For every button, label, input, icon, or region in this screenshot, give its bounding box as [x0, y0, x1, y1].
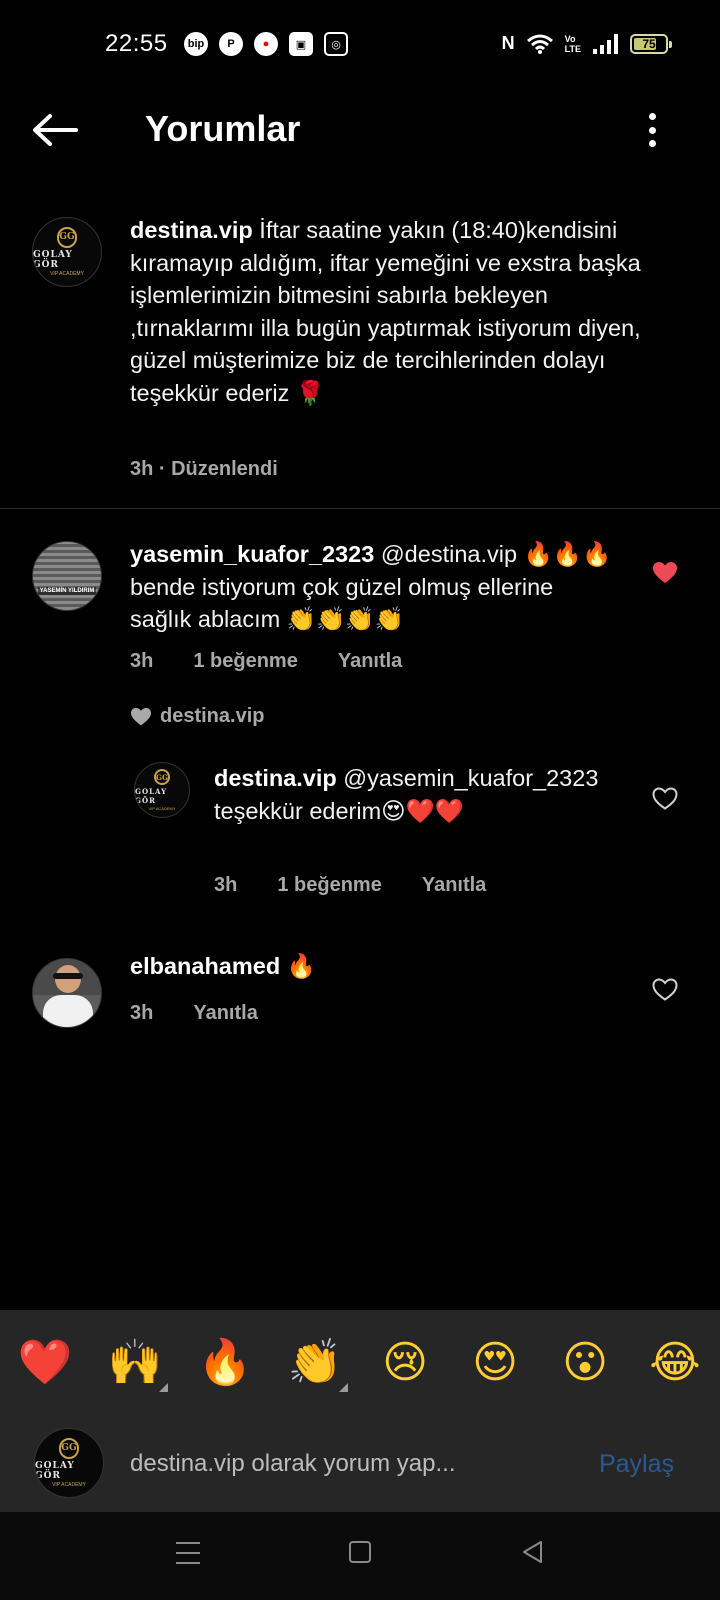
heart-outline-icon[interactable] [652, 978, 678, 1002]
comment-username[interactable]: elbanahamed [130, 953, 280, 979]
logo-name: GOLAY GÖR [135, 787, 168, 806]
emoji-raised-hands[interactable]: 🙌 [106, 1334, 168, 1392]
reply-likes[interactable]: 1 beğenme [277, 874, 381, 897]
comment-composer: GG GOLAY GÖR VIP ACADEMY Paylaş [0, 1416, 720, 1512]
nfc-icon: N [501, 33, 515, 53]
reply-meta: 3h 1 beğenme Yanıtla [214, 874, 486, 897]
avatar[interactable]: YASEMİN YILDIRIM [32, 541, 102, 611]
comment-time: 3h [130, 650, 154, 672]
comment-username[interactable]: yasemin_kuafor_2323 [130, 541, 374, 567]
reply-button[interactable]: Yanıtla [193, 1002, 257, 1025]
vodafone-icon: ● [254, 32, 278, 56]
comment-time: 3h [130, 1002, 154, 1024]
avatar-caption: YASEMİN YILDIRIM [37, 587, 97, 595]
divider [0, 508, 720, 509]
avatar[interactable]: GG GOLAY GÖR VIP ACADEMY [32, 217, 102, 287]
page-title: Yorumlar [145, 108, 301, 149]
heart-outline-icon[interactable] [652, 787, 678, 811]
reply-username[interactable]: destina.vip [214, 765, 337, 791]
emoji-heart-eyes[interactable]: 😍 [466, 1334, 524, 1392]
status-bar: 22:55 bip P ● ▣ ◎ N Vo LTE 75 [0, 0, 720, 92]
logo-name: GOLAY GÖR [35, 1460, 75, 1481]
battery-icon: 75 [630, 33, 672, 54]
back-arrow-icon[interactable] [30, 110, 80, 150]
logo-sub: VIP ACADEMY [50, 270, 84, 277]
caption-username[interactable]: destina.vip [130, 217, 253, 243]
pinterest-icon: P [219, 32, 243, 56]
heart-small-icon [131, 707, 151, 725]
avatar: GG GOLAY GÖR VIP ACADEMY [34, 1428, 104, 1498]
box-icon: ▣ [289, 32, 313, 56]
volte-bottom-label: LTE [564, 43, 581, 54]
nav-back-icon[interactable] [520, 1539, 546, 1565]
logo-sub: VIP ACADEMY [52, 1481, 86, 1488]
liked-by-username: destina.vip [160, 705, 265, 727]
status-time: 22:55 [105, 30, 168, 57]
notification-icons: bip P ● ▣ ◎ [184, 32, 348, 56]
comment-meta: 3h 1 beğenme Yanıtla [130, 650, 402, 673]
heart-filled-icon[interactable] [652, 561, 678, 585]
comment-body: 🔥 [286, 953, 316, 979]
home-icon[interactable] [349, 1541, 371, 1563]
reply-button[interactable]: Yanıtla [338, 650, 402, 673]
logo-name: GOLAY GÖR [33, 249, 73, 270]
emoji-surprised[interactable]: 😮 [556, 1334, 614, 1392]
logo-mark: GG [56, 227, 78, 248]
emoji-laughing[interactable]: 😂 [646, 1334, 704, 1392]
volte-icon: Vo LTE [565, 34, 581, 54]
volte-top-label: Vo [564, 33, 576, 44]
comment-likes[interactable]: 1 beğenme [193, 650, 297, 673]
comment-meta: 3h Yanıtla [130, 1002, 258, 1025]
wifi-icon [526, 34, 553, 54]
share-button[interactable]: Paylaş [599, 1450, 674, 1479]
reply-text: destina.vip @yasemin_kuafor_2323 teşekkü… [214, 762, 604, 827]
emoji-crying[interactable]: 😢 [376, 1334, 434, 1392]
header: Yorumlar [0, 92, 720, 172]
logo-sub: VIP ACADEMY [148, 806, 176, 812]
instagram-icon: ◎ [324, 32, 348, 56]
more-options-icon[interactable] [644, 110, 660, 150]
liked-by-author[interactable]: destina.vip [130, 705, 264, 728]
comment-3-text: elbanahamed 🔥 [130, 950, 620, 983]
emoji-fire[interactable]: 🔥 [196, 1334, 254, 1392]
emoji-heart[interactable]: ❤️ [16, 1334, 74, 1392]
signal-icon [593, 33, 618, 54]
system-nav-bar [0, 1512, 720, 1600]
logo-mark: GG [153, 768, 171, 786]
emoji-clapping[interactable]: 👏 [286, 1334, 348, 1392]
caption-time-edited: 3h · Düzenlendi [130, 458, 278, 480]
recent-apps-icon[interactable] [176, 1542, 200, 1564]
reply-button[interactable]: Yanıtla [422, 874, 486, 897]
bip-icon: bip [184, 32, 208, 56]
avatar[interactable] [32, 958, 102, 1028]
caption-body: İftar saatine yakın (18:40)kendisini kır… [130, 217, 641, 406]
battery-level: 75 [642, 36, 656, 51]
caption-text: destina.vip İftar saatine yakın (18:40)k… [130, 214, 670, 409]
emoji-quick-bar: ❤️ 🙌 🔥 👏 😢 😍 😮 😂 [0, 1310, 720, 1416]
logo-mark: GG [58, 1438, 80, 1459]
comment-input[interactable] [130, 1444, 550, 1484]
avatar[interactable]: GG GOLAY GÖR VIP ACADEMY [134, 762, 190, 818]
reply-time: 3h [214, 874, 238, 896]
system-icons: N Vo LTE 75 [501, 33, 672, 54]
caption-meta: 3h · Düzenlendi [130, 458, 278, 481]
comment-1-text: yasemin_kuafor_2323 @destina.vip 🔥🔥🔥 ben… [130, 538, 620, 636]
